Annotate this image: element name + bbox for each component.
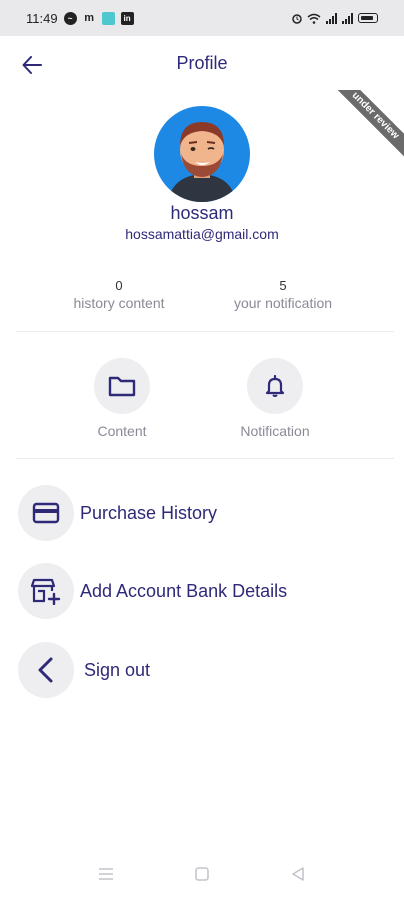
status-time: 11:49 <box>26 10 58 26</box>
page-title: Profile <box>176 53 228 73</box>
status-right <box>292 12 378 24</box>
stat-history-content: 0 history content <box>34 278 204 311</box>
notification-action[interactable]: Notification <box>215 358 335 439</box>
content-action-label: Content <box>97 423 147 439</box>
avatar <box>154 106 250 202</box>
sign-out-item[interactable]: Sign out <box>18 642 388 698</box>
m-icon: m <box>84 12 94 24</box>
purchase-history-item[interactable]: Purchase History <box>18 485 388 541</box>
content-action[interactable]: Content <box>62 358 182 439</box>
folder-icon <box>108 376 136 397</box>
status-bar: 11:49 ~ m in <box>0 0 404 36</box>
stat-value: 0 <box>115 278 123 293</box>
battery-icon <box>358 13 378 23</box>
menu-lines-icon <box>99 868 113 880</box>
credit-card-icon <box>32 502 60 524</box>
linkedin-icon: in <box>120 11 134 25</box>
chevron-left-icon <box>38 657 53 683</box>
review-ribbon: under review <box>334 90 404 160</box>
content-action-circle[interactable] <box>94 358 150 414</box>
profile-name: hossam <box>170 203 234 223</box>
add-bank-details-label: Add Account Bank Details <box>80 580 288 601</box>
square-icon <box>195 867 209 881</box>
stat-your-notification: 5 your notification <box>198 278 368 311</box>
signal-icon <box>326 12 337 24</box>
sign-out-label: Sign out <box>84 659 151 680</box>
stat-value: 5 <box>279 278 287 293</box>
store-add-icon <box>31 578 61 605</box>
review-ribbon-label: under review <box>334 90 404 160</box>
signal-icon <box>342 12 353 24</box>
alarm-icon <box>292 13 302 24</box>
recents-button[interactable] <box>94 864 118 884</box>
divider <box>16 458 394 459</box>
system-nav-bar <box>0 850 404 900</box>
wifi-icon <box>307 13 321 24</box>
purchase-history-icon-circle <box>18 485 74 541</box>
sign-out-icon-circle <box>18 642 74 698</box>
stat-label: your notification <box>233 295 333 311</box>
add-bank-details-item[interactable]: Add Account Bank Details <box>18 563 388 619</box>
bell-icon <box>265 374 285 397</box>
back-nav-button[interactable] <box>286 864 310 884</box>
app-bar: Profile <box>0 44 404 84</box>
profile-email: hossamattia@gmail.com <box>125 226 279 242</box>
triangle-back-icon <box>292 867 304 881</box>
add-bank-details-icon-circle <box>18 563 74 619</box>
messenger-icon: ~ <box>63 11 77 25</box>
stat-label: history content <box>73 295 165 311</box>
purchase-history-label: Purchase History <box>80 502 218 523</box>
home-button[interactable] <box>190 864 214 884</box>
divider <box>16 331 394 332</box>
notification-action-circle[interactable] <box>247 358 303 414</box>
teal-app-icon <box>101 11 115 25</box>
notification-action-label: Notification <box>240 423 310 439</box>
avatar-illustration <box>168 122 236 202</box>
status-left: 11:49 ~ m in <box>26 11 134 26</box>
